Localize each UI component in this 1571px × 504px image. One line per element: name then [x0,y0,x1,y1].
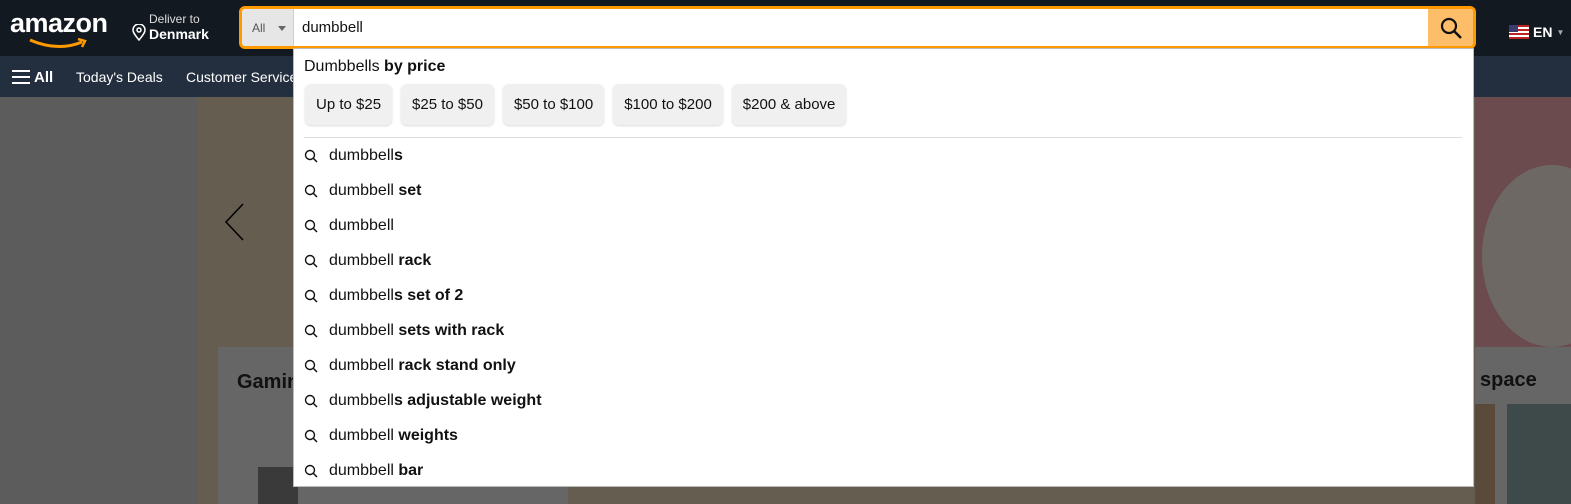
carousel-prev-icon[interactable] [224,203,246,243]
search-icon [304,149,318,163]
suggestion-item[interactable]: dumbbell s adjustable weight [294,383,1474,418]
us-flag-icon [1509,25,1529,39]
smile-icon [29,38,87,48]
suggestion-prefix: dumbbell [329,251,394,269]
language-selector[interactable]: EN ▼ [1509,24,1564,40]
suggestion-completion: weights [393,426,458,444]
search-icon [304,359,318,373]
amazon-logo[interactable]: amazon [10,8,108,48]
price-heading: Dumbbells by price [304,58,446,75]
search-icon [304,254,318,268]
suggestion-completion: s set of 2 [393,286,464,304]
price-chip[interactable]: $50 to $100 [502,84,605,125]
language-label: EN [1533,24,1553,40]
search-bar: All [239,6,1476,49]
search-icon [1440,17,1462,39]
search-icon [304,394,318,408]
suggestion-item[interactable]: dumbbell sets with rack [294,313,1474,348]
suggestion-prefix: dumbbell [329,391,394,409]
caret-down-icon: ▼ [1556,27,1565,37]
suggestion-prefix: dumbbell [329,356,394,374]
search-icon [304,324,318,338]
search-icon [304,429,318,443]
suggestion-prefix: dumbbell [329,216,394,234]
suggestion-prefix: dumbbell [329,181,394,199]
logo-text: amazon [10,8,108,38]
search-icon [304,184,318,198]
card-space[interactable]: space [1475,347,1571,504]
caret-down-icon [278,26,286,35]
card-title: space [1480,369,1537,391]
nav-all[interactable]: All [34,69,53,86]
card-image [1507,404,1571,504]
price-chip[interactable]: Up to $25 [305,84,393,125]
suggestion-completion: s adjustable weight [393,391,542,409]
suggestion-prefix: dumbbell [329,461,394,479]
suggestion-completion: rack [393,251,432,269]
suggestion-completion: s [393,146,403,164]
suggestion-completion: rack stand only [393,356,516,374]
suggestion-prefix: dumbbell [329,146,394,164]
suggestion-prefix: dumbbell [329,321,394,339]
suggestion-item[interactable]: dumbbell set [294,173,1474,208]
suggestion-item[interactable]: dumbbell bar [294,453,1474,488]
suggestion-item[interactable]: dumbbell s set of 2 [294,278,1474,313]
search-icon [304,464,318,478]
search-button[interactable] [1428,9,1473,46]
suggestion-item[interactable]: dumbbell [294,208,1474,243]
search-icon [304,289,318,303]
suggestion-completion: set [393,181,422,199]
suggestion-prefix: dumbbell [329,426,394,444]
deliver-to[interactable]: Deliver to Denmark [131,12,209,42]
location-pin-icon [132,24,146,42]
suggestion-completion: sets with rack [393,321,505,339]
search-icon [304,219,318,233]
price-chip[interactable]: $100 to $200 [613,84,723,125]
price-chip[interactable]: $200 & above [731,84,847,125]
category-label: All [252,21,266,35]
card-title: Gamin [237,371,300,393]
suggestion-item[interactable]: dumbbell rack stand only [294,348,1474,383]
suggestion-item[interactable]: dumbbell rack [294,243,1474,278]
card-image [258,467,298,504]
hamburger-icon[interactable] [12,70,30,88]
deliver-location: Denmark [149,26,209,42]
suggestion-completion: bar [393,461,424,479]
deliver-label: Deliver to [149,12,200,26]
price-chip[interactable]: $25 to $50 [401,84,494,125]
suggestion-item[interactable]: dumbbell weights [294,418,1474,453]
suggestion-prefix: dumbbell [329,286,394,304]
search-input[interactable] [302,19,1302,36]
nav-customer-service[interactable]: Customer Service [186,69,297,85]
suggestion-item[interactable]: dumbbell s [294,138,1474,173]
card-image [1475,404,1495,504]
nav-todays-deals[interactable]: Today's Deals [76,69,163,85]
category-dropdown[interactable]: All [242,9,294,46]
search-suggestions-dropdown: Dumbbells by price Up to $25 $25 to $50 $5… [293,48,1474,487]
